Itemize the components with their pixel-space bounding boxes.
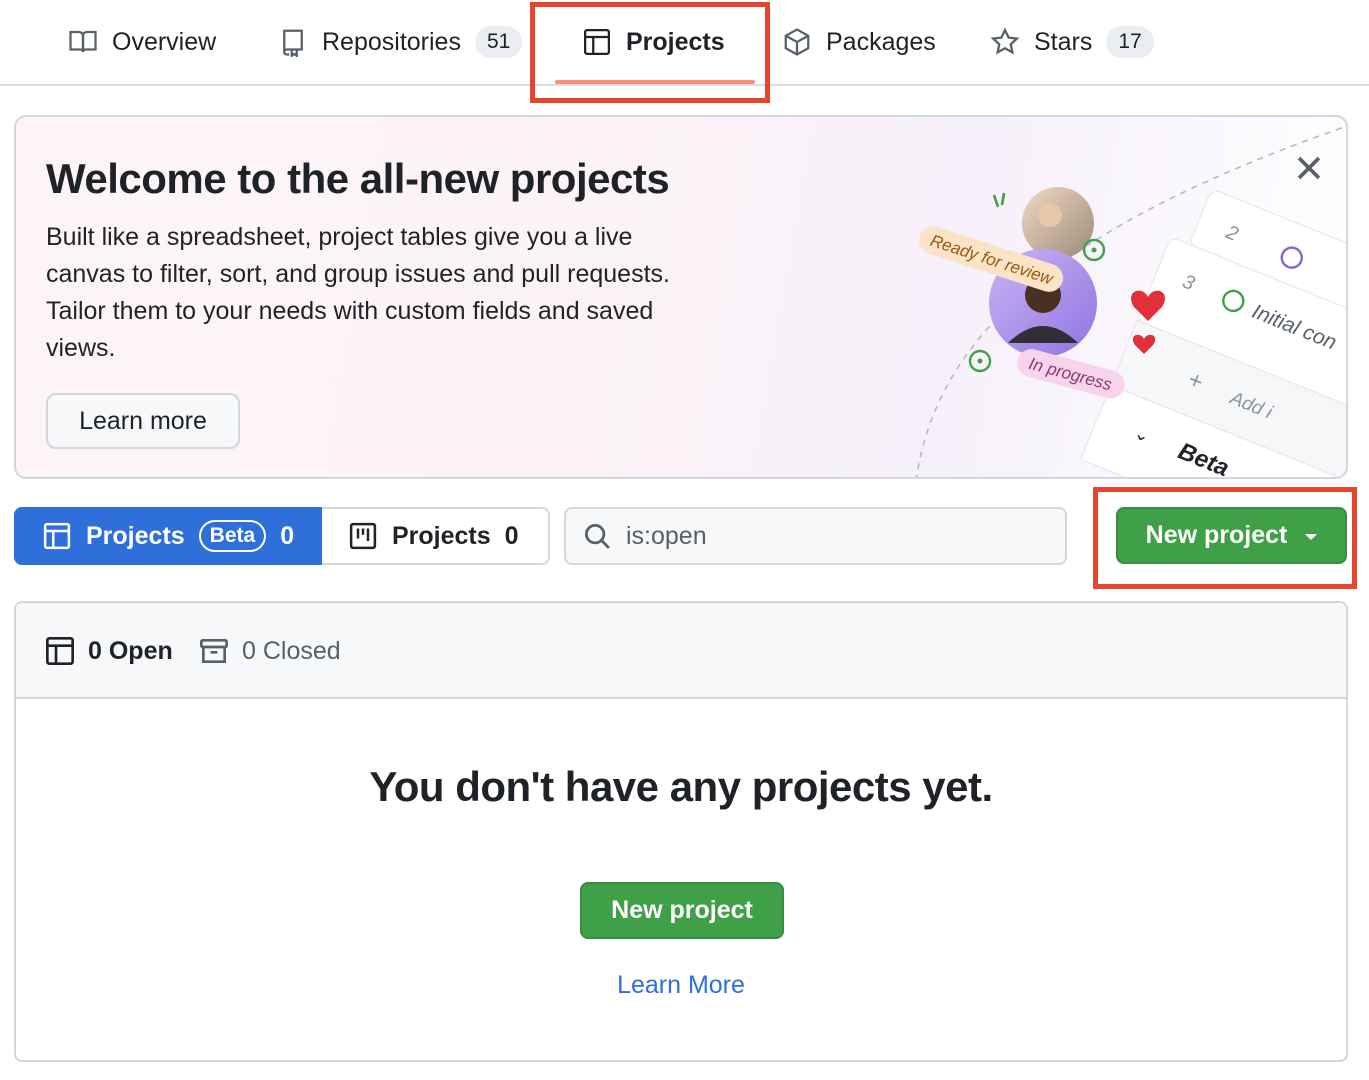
book-icon [69,30,97,53]
project-board-icon [349,522,377,550]
learn-more-link: Learn More [16,971,1346,1000]
open-count-label: 0 Open [88,636,173,665]
close-icon [1297,156,1321,180]
new-project-button[interactable]: New project [580,882,784,939]
search-icon [585,524,610,549]
projects-beta-label: Projects [86,521,185,550]
search-input[interactable] [626,521,1046,551]
projects-beta-count: 0 [280,521,295,550]
table-icon [43,522,71,550]
highlight-box-new-project [1093,487,1357,589]
in-progress-label: In progress [1017,349,1125,399]
issue-dot [977,358,983,364]
issue-dot [1091,247,1097,253]
projects-beta-tab[interactable]: Projects Beta 0 [14,507,322,565]
tab-repositories[interactable]: Repositories 51 [278,0,523,84]
banner-title: Welcome to the all-new projects [46,155,670,202]
repo-icon [283,29,303,57]
package-icon [784,28,810,56]
learn-more-button[interactable]: Learn more [46,393,240,449]
tab-label: Packages [826,27,936,56]
closed-count-label: 0 Closed [242,636,341,665]
closed-projects-filter[interactable]: 0 Closed [198,603,341,699]
banner-description: Built like a spreadsheet, project tables… [46,223,670,362]
highlight-box-projects-tab [530,2,770,103]
welcome-banner: Welcome to the all-new projects Built li… [14,115,1348,479]
avatar-face [1038,203,1062,227]
repositories-counter: 51 [474,26,523,58]
empty-state-title: You don't have any projects yet. [369,763,993,810]
learn-more-link-text[interactable]: Learn More [617,971,745,999]
projects-list: 0 Open 0 Closed You don't have any proje… [14,601,1348,1062]
banner-illustration: 2 3 Initial con + Add i ⌄ Beta Ready for… [915,125,1346,477]
projects-classic-tab[interactable]: Projects 0 [322,507,550,565]
projects-list-header: 0 Open 0 Closed [16,603,1346,699]
project-search [564,507,1067,565]
projects-classic-label: Projects [392,521,491,550]
tab-stars[interactable]: Stars 17 [990,0,1154,84]
close-banner-button[interactable] [1292,151,1326,185]
tab-packages[interactable]: Packages [782,0,936,84]
tab-label: Overview [112,27,217,56]
archive-icon [200,639,228,663]
table-icon [46,637,74,665]
tab-overview[interactable]: Overview [68,0,216,84]
tab-label: Repositories [322,27,461,56]
projects-classic-count: 0 [504,521,519,550]
open-projects-filter[interactable]: 0 Open [44,603,173,699]
pull-request-icon [992,192,1006,208]
stars-counter: 17 [1106,26,1154,58]
tab-label: Stars [1034,27,1093,56]
star-icon [990,27,1020,55]
beta-badge: Beta [198,520,267,552]
